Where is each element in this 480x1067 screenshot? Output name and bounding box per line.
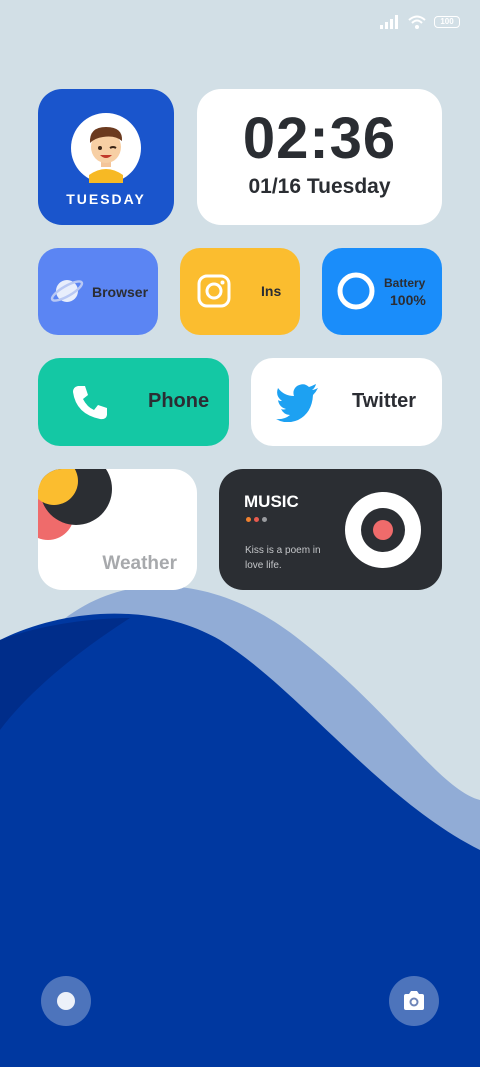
battery-widget[interactable]: Battery 100% xyxy=(322,248,442,335)
day-label: TUESDAY xyxy=(66,191,146,207)
signal-icon xyxy=(380,15,398,29)
battery-value: 100% xyxy=(390,292,426,308)
weather-label: Weather xyxy=(102,553,177,574)
phone-icon xyxy=(73,386,107,420)
twitter-label: Twitter xyxy=(352,390,417,412)
music-dot xyxy=(254,517,259,522)
clock-widget[interactable]: 02:36 01/16 Tuesday xyxy=(197,89,442,225)
circle-icon xyxy=(57,992,75,1010)
planet-icon xyxy=(50,280,84,302)
profile-widget[interactable]: TUESDAY xyxy=(38,89,174,225)
music-dots xyxy=(246,517,267,522)
battery-ring-icon xyxy=(337,272,375,310)
music-lyric: Kiss is a poem in love life. xyxy=(245,545,321,571)
avatar-icon xyxy=(71,113,141,183)
dock-camera-button[interactable] xyxy=(389,976,439,1026)
wifi-icon xyxy=(408,15,426,29)
music-dot xyxy=(246,517,251,522)
clock-time: 02:36 xyxy=(242,106,397,171)
phone-label: Phone xyxy=(148,390,210,412)
camera-icon xyxy=(404,991,424,1010)
music-dot xyxy=(262,517,267,522)
clock-date: 01/16 Tuesday xyxy=(248,175,391,198)
battery-label: Battery xyxy=(384,276,426,290)
weather-icon xyxy=(38,469,112,540)
music-widget[interactable]: MUSIC Kiss is a poem in love life. xyxy=(219,469,442,590)
twitter-bird-icon xyxy=(276,384,318,422)
status-bar: 100 xyxy=(380,12,460,32)
battery-indicator: 100 xyxy=(434,16,460,28)
weather-widget[interactable]: Weather xyxy=(38,469,197,590)
ins-app[interactable]: Ins xyxy=(180,248,300,335)
ins-label: Ins xyxy=(261,283,282,299)
music-title: MUSIC xyxy=(244,492,299,511)
dock-circle-button[interactable] xyxy=(41,976,91,1026)
instagram-icon xyxy=(197,274,231,308)
vinyl-disc-icon[interactable] xyxy=(345,492,421,568)
twitter-app[interactable]: Twitter xyxy=(251,358,442,446)
phone-app[interactable]: Phone xyxy=(38,358,229,446)
browser-label: Browser xyxy=(92,284,149,300)
browser-app[interactable]: Browser xyxy=(38,248,158,335)
